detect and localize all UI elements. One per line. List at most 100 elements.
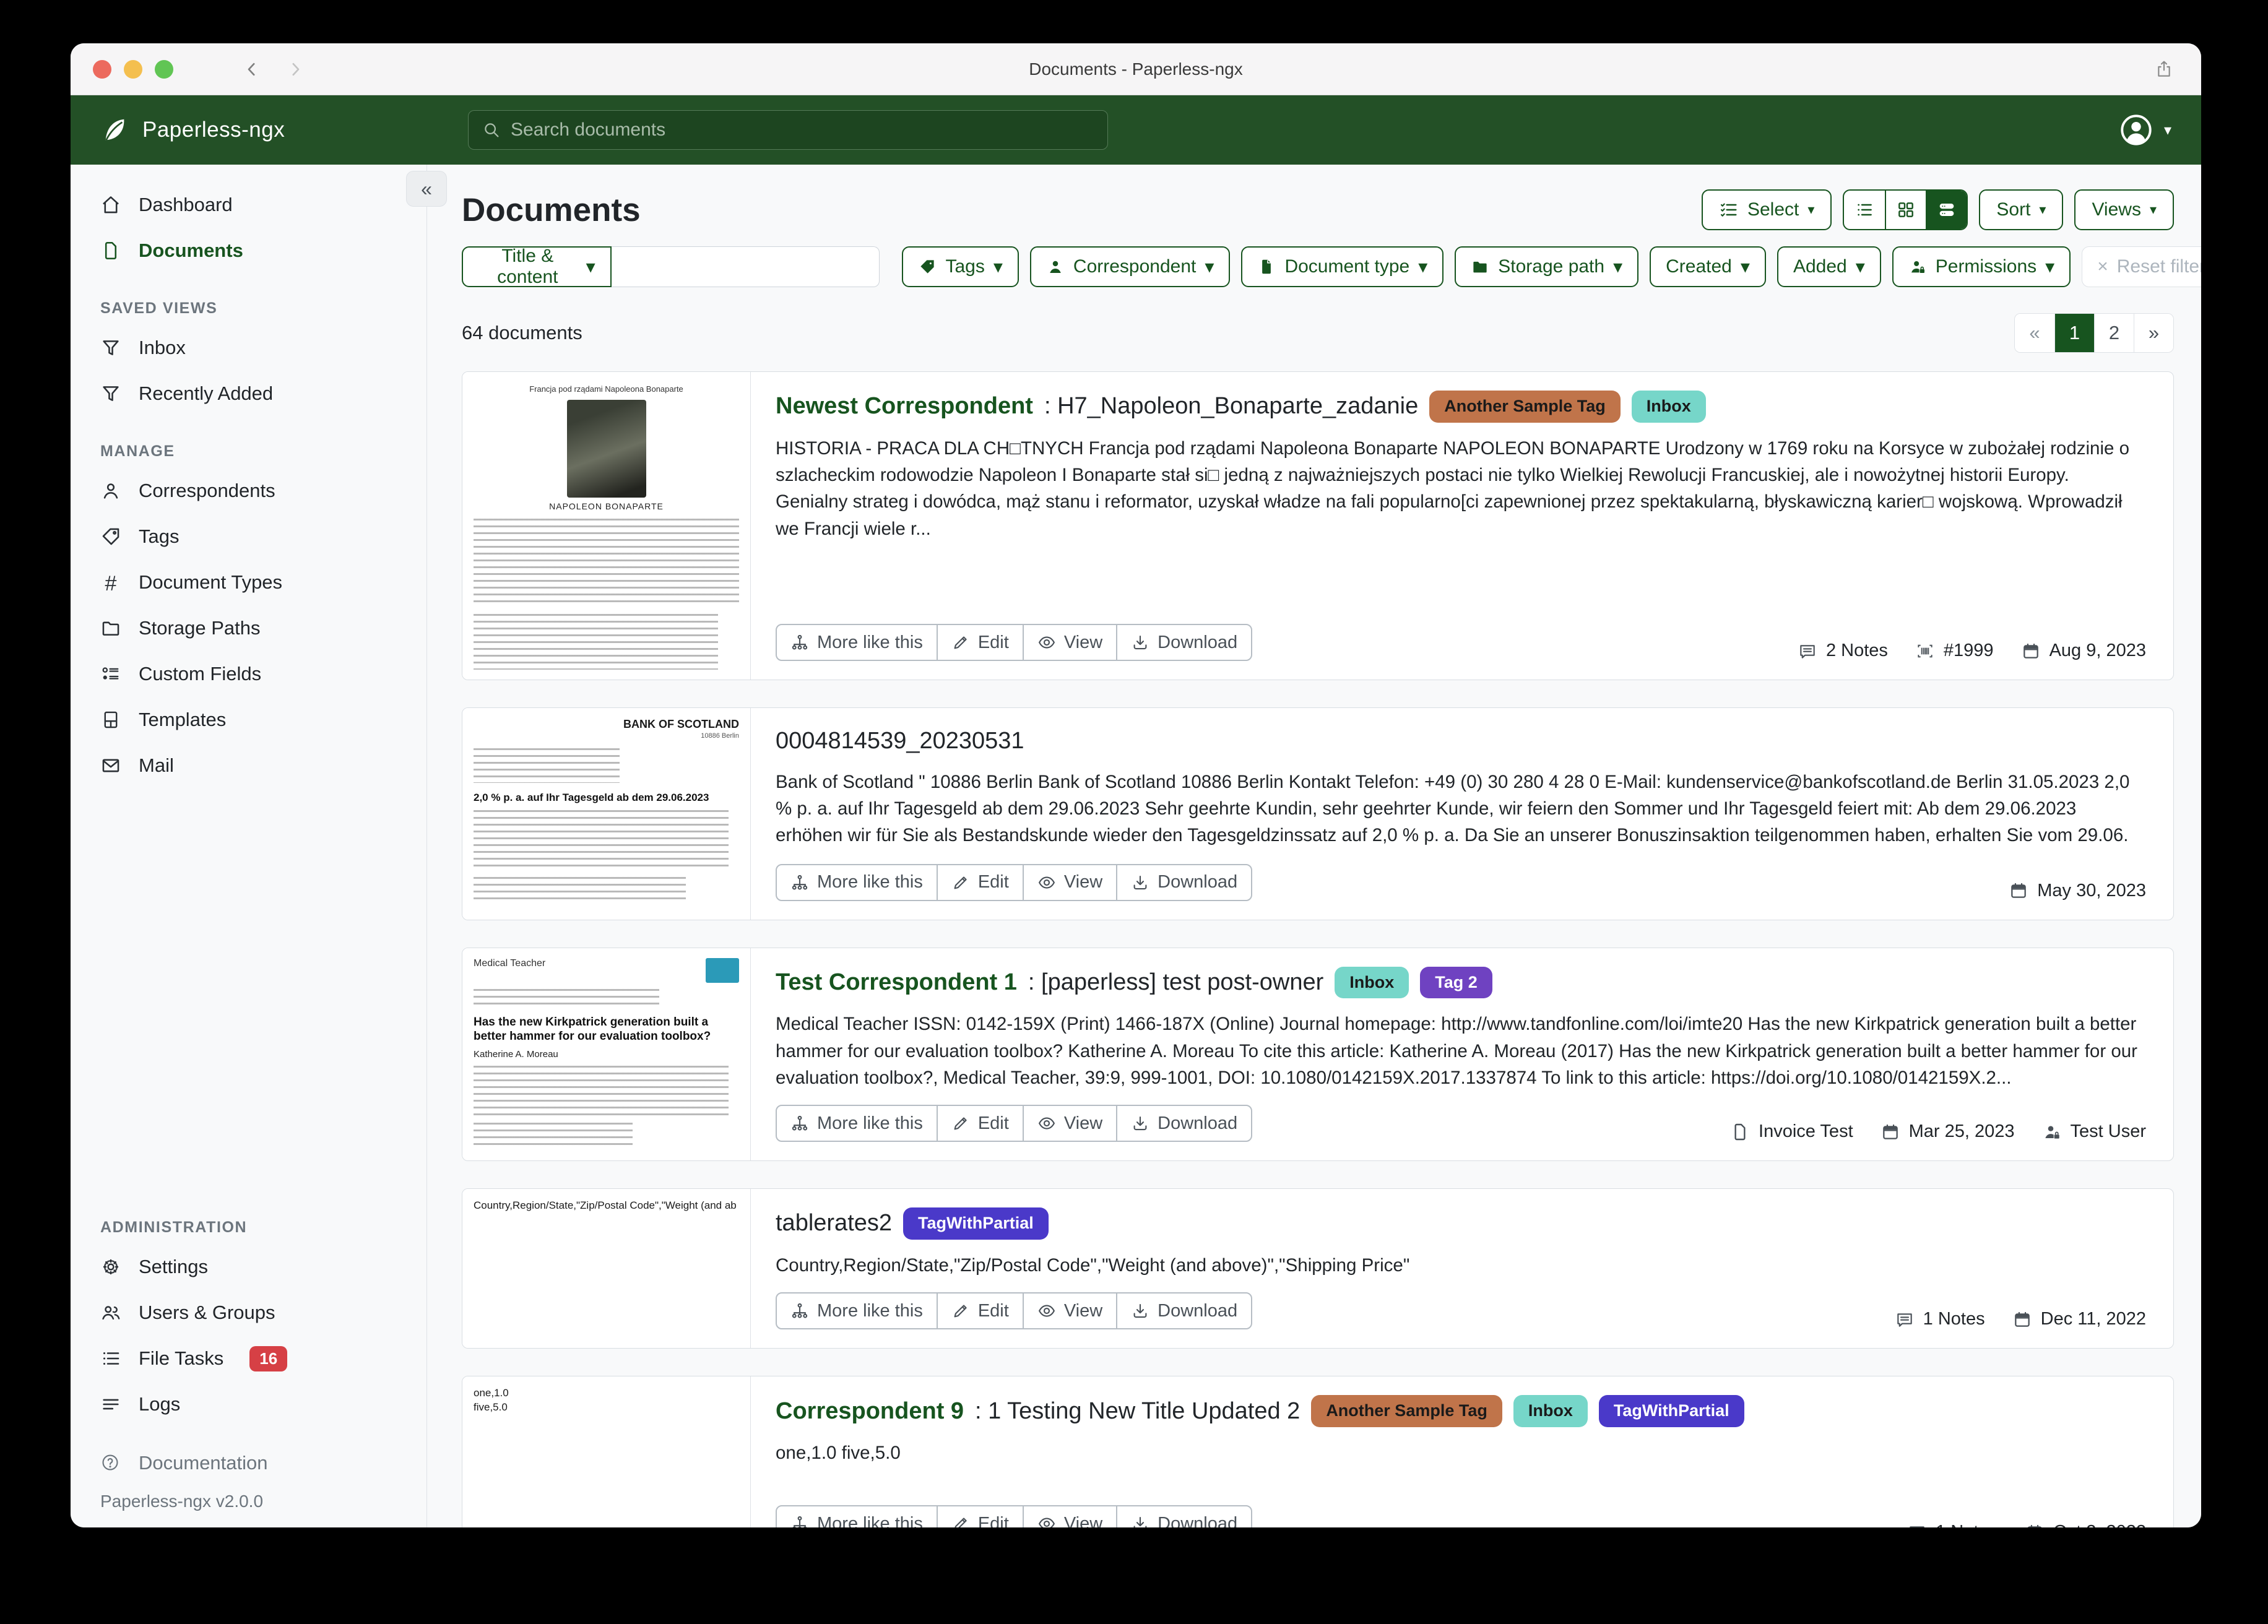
sidebar-item-tags[interactable]: Tags: [71, 514, 426, 559]
view-mode-list[interactable]: [1844, 191, 1885, 229]
correspondent-link[interactable]: Test Correspondent 1: [776, 968, 1017, 998]
minimize-window-button[interactable]: [124, 60, 142, 79]
title-content-filter-input[interactable]: [612, 246, 880, 287]
browser-back-icon[interactable]: [243, 60, 261, 79]
document-type-value[interactable]: Invoice Test: [1730, 1121, 1853, 1142]
storage-path-filter-button[interactable]: Storage path ▾: [1455, 246, 1638, 287]
edit-button[interactable]: Edit: [937, 1105, 1024, 1142]
more-like-this-button[interactable]: More like this: [776, 1505, 938, 1527]
view-button[interactable]: View: [1023, 1292, 1117, 1329]
folder-icon: [1471, 257, 1489, 276]
sidebar-item-logs[interactable]: Logs: [71, 1381, 426, 1427]
browser-forward-icon[interactable]: [286, 60, 305, 79]
view-button[interactable]: View: [1023, 864, 1117, 901]
document-thumbnail[interactable]: one,1.0 five,5.0: [462, 1376, 751, 1527]
pagination-page-2[interactable]: 2: [2094, 314, 2134, 352]
caret-down-icon: ▾: [1205, 256, 1214, 278]
notes-icon: [1907, 1522, 1927, 1527]
pagination-page-1[interactable]: 1: [2054, 314, 2094, 352]
download-button[interactable]: Download: [1116, 1505, 1252, 1527]
title-content-filter-button[interactable]: Title & content ▾: [462, 246, 612, 287]
app-brand[interactable]: Paperless-ngx: [100, 116, 285, 144]
more-like-this-button[interactable]: More like this: [776, 624, 938, 661]
tag-icon: [918, 257, 937, 276]
correspondent-link[interactable]: Correspondent 9: [776, 1397, 964, 1427]
document-thumbnail[interactable]: Francja pod rządami Napoleona Bonaparte …: [462, 372, 751, 680]
tag-pill[interactable]: TagWithPartial: [903, 1207, 1049, 1240]
document-title-text[interactable]: tablerates2: [776, 1209, 892, 1238]
sidebar-item-inbox[interactable]: Inbox: [71, 325, 426, 371]
notes-count[interactable]: 1 Notes: [1895, 1309, 1985, 1329]
sidebar-item-documentation[interactable]: Documentation: [71, 1443, 426, 1483]
global-search[interactable]: [468, 110, 1108, 150]
select-button[interactable]: Select ▾: [1702, 189, 1832, 230]
reset-filters-button[interactable]: × Reset filters: [2082, 246, 2201, 287]
pagination-prev[interactable]: «: [2015, 314, 2054, 352]
tag-pill[interactable]: Another Sample Tag: [1311, 1395, 1502, 1427]
share-icon[interactable]: [2154, 59, 2174, 79]
sidebar-item-documents[interactable]: Documents: [71, 228, 426, 274]
sidebar-item-dashboard[interactable]: Dashboard: [71, 182, 426, 228]
edit-button[interactable]: Edit: [937, 624, 1024, 661]
tag-pill[interactable]: Inbox: [1335, 967, 1409, 999]
notes-count[interactable]: 2 Notes: [1798, 641, 1888, 661]
close-window-button[interactable]: [93, 60, 111, 79]
document-thumbnail[interactable]: BANK OF SCOTLAND 10886 Berlin 2,0 % p. a…: [462, 708, 751, 920]
sidebar-item-file-tasks[interactable]: File Tasks 16: [71, 1336, 426, 1381]
pagination-next[interactable]: »: [2134, 314, 2173, 352]
views-button[interactable]: Views ▾: [2074, 189, 2174, 230]
view-button[interactable]: View: [1023, 624, 1117, 661]
document-date: Oct 2, 2022: [2025, 1522, 2146, 1527]
more-like-this-button[interactable]: More like this: [776, 864, 938, 901]
document-title-text[interactable]: : 1 Testing New Title Updated 2: [975, 1397, 1300, 1427]
notes-count[interactable]: 1 Notes: [1907, 1522, 1997, 1527]
view-button[interactable]: View: [1023, 1105, 1117, 1142]
view-button[interactable]: View: [1023, 1505, 1117, 1527]
sidebar-item-users-groups[interactable]: Users & Groups: [71, 1290, 426, 1336]
sidebar-item-correspondents[interactable]: Correspondents: [71, 468, 426, 514]
document-type-filter-button[interactable]: Document type ▾: [1241, 246, 1443, 287]
view-mode-grid[interactable]: [1885, 191, 1926, 229]
tag-pill[interactable]: Another Sample Tag: [1429, 391, 1621, 423]
tag-pill[interactable]: Inbox: [1632, 391, 1706, 423]
zoom-window-button[interactable]: [155, 60, 173, 79]
document-title-text[interactable]: : H7_Napoleon_Bonaparte_zadanie: [1044, 392, 1418, 421]
sidebar-item-storage-paths[interactable]: Storage Paths: [71, 605, 426, 651]
sort-button[interactable]: Sort ▾: [1979, 189, 2063, 230]
sidebar-item-mail[interactable]: Mail: [71, 743, 426, 788]
sidebar-collapse-button[interactable]: «: [406, 171, 447, 207]
tag-pill[interactable]: Tag 2: [1420, 967, 1492, 999]
sidebar-item-custom-fields[interactable]: Custom Fields: [71, 651, 426, 697]
correspondent-filter-button[interactable]: Correspondent ▾: [1030, 246, 1231, 287]
permissions-filter-button[interactable]: Permissions ▾: [1892, 246, 2071, 287]
sidebar-item-recently-added[interactable]: Recently Added: [71, 371, 426, 417]
document-thumbnail[interactable]: Medical Teacher Has the new Kirkpatrick …: [462, 948, 751, 1161]
correspondent-link[interactable]: Newest Correspondent: [776, 392, 1033, 421]
tag-pill[interactable]: TagWithPartial: [1599, 1395, 1744, 1427]
added-filter-button[interactable]: Added ▾: [1777, 246, 1881, 287]
sidebar-item-document-types[interactable]: # Document Types: [71, 559, 426, 605]
created-filter-button[interactable]: Created ▾: [1650, 246, 1766, 287]
calendar-icon: [2009, 881, 2028, 901]
document-date: Aug 9, 2023: [2021, 641, 2146, 661]
card-actions: More like this Edit View Download: [776, 1505, 1252, 1527]
edit-button[interactable]: Edit: [937, 1505, 1024, 1527]
download-button[interactable]: Download: [1116, 864, 1252, 901]
download-button[interactable]: Download: [1116, 1292, 1252, 1329]
tags-filter-button[interactable]: Tags ▾: [902, 246, 1018, 287]
edit-button[interactable]: Edit: [937, 864, 1024, 901]
download-button[interactable]: Download: [1116, 624, 1252, 661]
download-button[interactable]: Download: [1116, 1105, 1252, 1142]
more-like-this-button[interactable]: More like this: [776, 1105, 938, 1142]
sidebar-item-templates[interactable]: Templates: [71, 697, 426, 743]
view-mode-details[interactable]: [1926, 191, 1967, 229]
document-title-text[interactable]: 0004814539_20230531: [776, 727, 1024, 756]
edit-button[interactable]: Edit: [937, 1292, 1024, 1329]
document-thumbnail[interactable]: Country,Region/State,"Zip/Postal Code","…: [462, 1189, 751, 1348]
sidebar-item-settings[interactable]: Settings: [71, 1244, 426, 1290]
document-title-text[interactable]: : [paperless] test post-owner: [1028, 968, 1323, 998]
tag-pill[interactable]: Inbox: [1513, 1395, 1588, 1427]
user-menu[interactable]: ▾: [2118, 112, 2171, 148]
search-input[interactable]: [511, 119, 1094, 140]
more-like-this-button[interactable]: More like this: [776, 1292, 938, 1329]
